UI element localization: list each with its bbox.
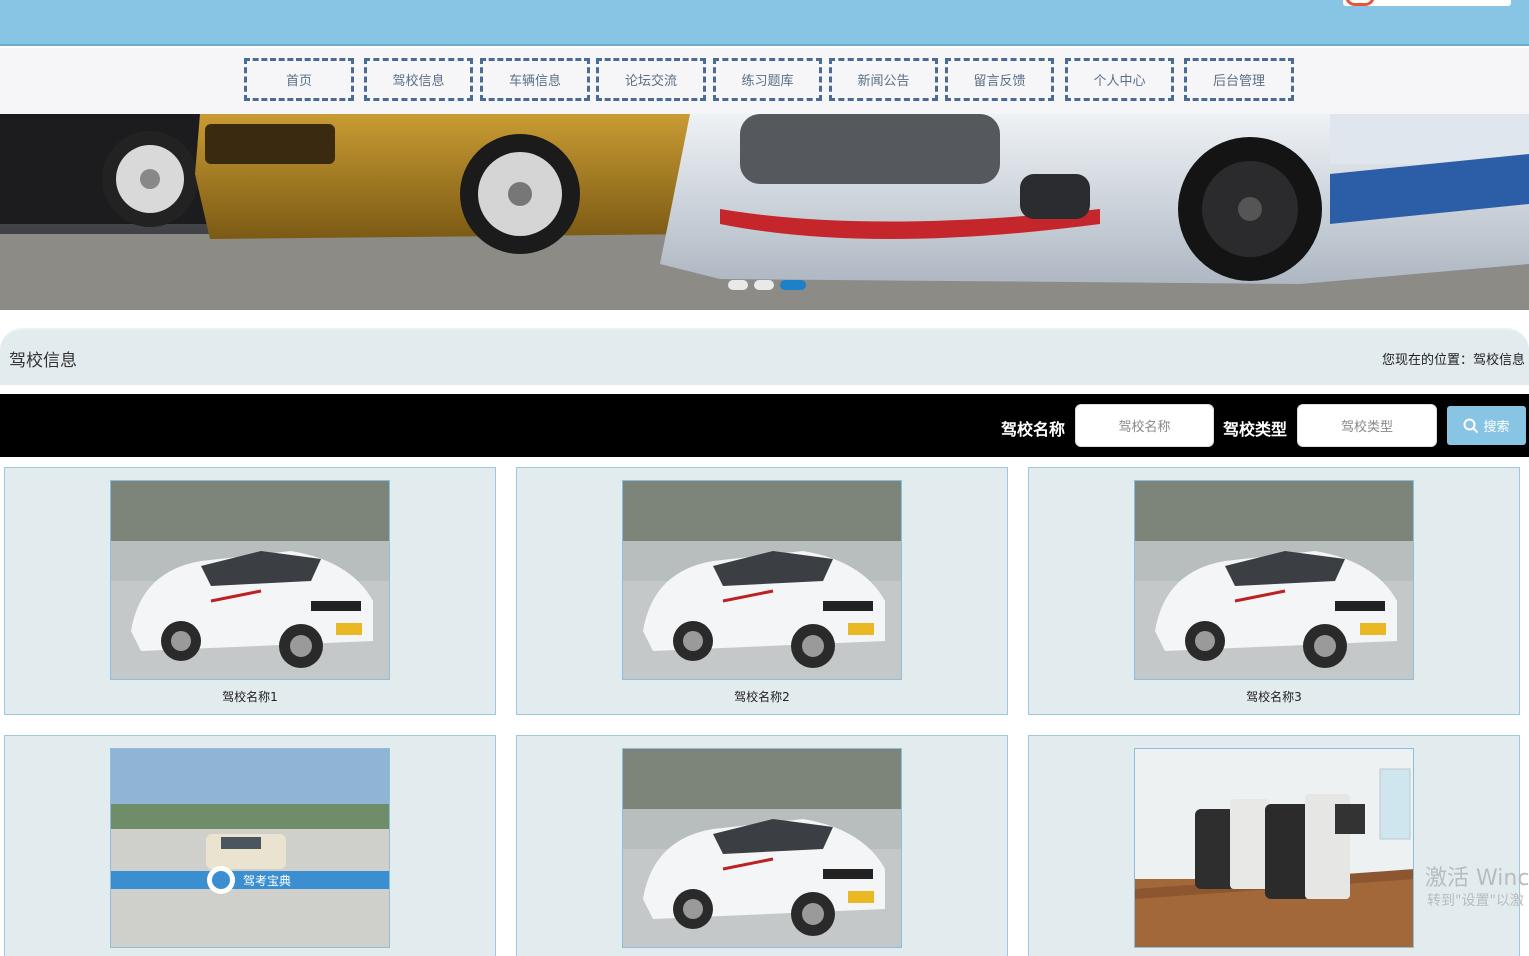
school-card-6[interactable] xyxy=(1028,735,1520,956)
school-card-image[interactable] xyxy=(622,480,902,680)
white-training-car-image xyxy=(623,481,901,679)
search-button[interactable]: 搜索 xyxy=(1447,406,1526,445)
white-training-car-image xyxy=(1135,481,1413,679)
school-card-5[interactable] xyxy=(516,735,1008,956)
school-card-image[interactable] xyxy=(110,480,390,680)
page-title: 驾校信息 xyxy=(9,351,77,371)
top-header-bar xyxy=(0,0,1529,46)
nav-question-bank[interactable]: 练习题库 xyxy=(713,58,822,101)
main-nav: 首页 驾校信息 车辆信息 论坛交流 练习题库 新闻公告 留言反馈 个人中心 后台… xyxy=(0,48,1529,114)
carousel-dot-2[interactable] xyxy=(754,280,774,290)
nav-personal-center[interactable]: 个人中心 xyxy=(1065,58,1174,101)
search-icon xyxy=(1463,418,1479,433)
nav-vehicle-info[interactable]: 车辆信息 xyxy=(480,58,590,101)
school-type-input[interactable]: 驾校类型 xyxy=(1297,404,1437,447)
school-card-4[interactable]: 驾考宝典 xyxy=(4,735,496,956)
carousel-dot-3-active[interactable] xyxy=(780,280,806,290)
nav-home[interactable]: 首页 xyxy=(244,58,354,101)
white-training-car-image xyxy=(623,749,901,947)
white-training-car-image xyxy=(111,481,389,679)
search-bar: 驾校名称 驾校名称 驾校类型 驾校类型 搜索 xyxy=(0,394,1529,457)
activation-watermark-subtitle: 转到"设置"以激 xyxy=(1427,893,1524,909)
school-name-label: 驾校名称 xyxy=(1001,420,1066,439)
nav-admin[interactable]: 后台管理 xyxy=(1184,58,1294,101)
school-card-caption[interactable]: 驾校名称3 xyxy=(1029,688,1519,705)
school-card-image[interactable] xyxy=(1134,748,1414,948)
school-type-label: 驾校类型 xyxy=(1223,420,1288,439)
nav-driving-school-info[interactable]: 驾校信息 xyxy=(364,58,473,101)
field-logo-text: 驾考宝典 xyxy=(243,874,291,888)
activation-watermark-title: 激活 Winc xyxy=(1425,866,1529,891)
section-header: 驾校信息 您现在的位置：驾校信息 xyxy=(0,328,1529,385)
school-card-2[interactable]: 驾校名称2 xyxy=(516,467,1008,715)
search-button-label: 搜索 xyxy=(1483,420,1510,435)
school-name-input[interactable]: 驾校名称 xyxy=(1075,404,1214,447)
school-card-caption[interactable]: 驾校名称1 xyxy=(5,688,495,705)
nav-feedback[interactable]: 留言反馈 xyxy=(945,58,1054,101)
nav-forum[interactable]: 论坛交流 xyxy=(596,58,706,101)
driving-test-field-image: 驾考宝典 xyxy=(111,749,389,947)
school-card-3[interactable]: 驾校名称3 xyxy=(1028,467,1520,715)
nav-news[interactable]: 新闻公告 xyxy=(829,58,938,101)
site-logo[interactable] xyxy=(1343,0,1511,6)
carousel-dots xyxy=(728,280,806,290)
banner-carousel[interactable] xyxy=(0,114,1529,310)
school-card-image[interactable] xyxy=(622,748,902,948)
school-card-caption[interactable]: 驾校名称2 xyxy=(517,688,1007,705)
carousel-dot-1[interactable] xyxy=(728,280,748,290)
driving-simulator-room-image xyxy=(1135,749,1413,947)
school-card-image[interactable] xyxy=(1134,480,1414,680)
school-card-image[interactable]: 驾考宝典 xyxy=(110,748,390,948)
logo-mark-icon xyxy=(1345,0,1375,6)
school-card-1[interactable]: 驾校名称1 xyxy=(4,467,496,715)
breadcrumb: 您现在的位置：驾校信息 xyxy=(1381,353,1525,368)
